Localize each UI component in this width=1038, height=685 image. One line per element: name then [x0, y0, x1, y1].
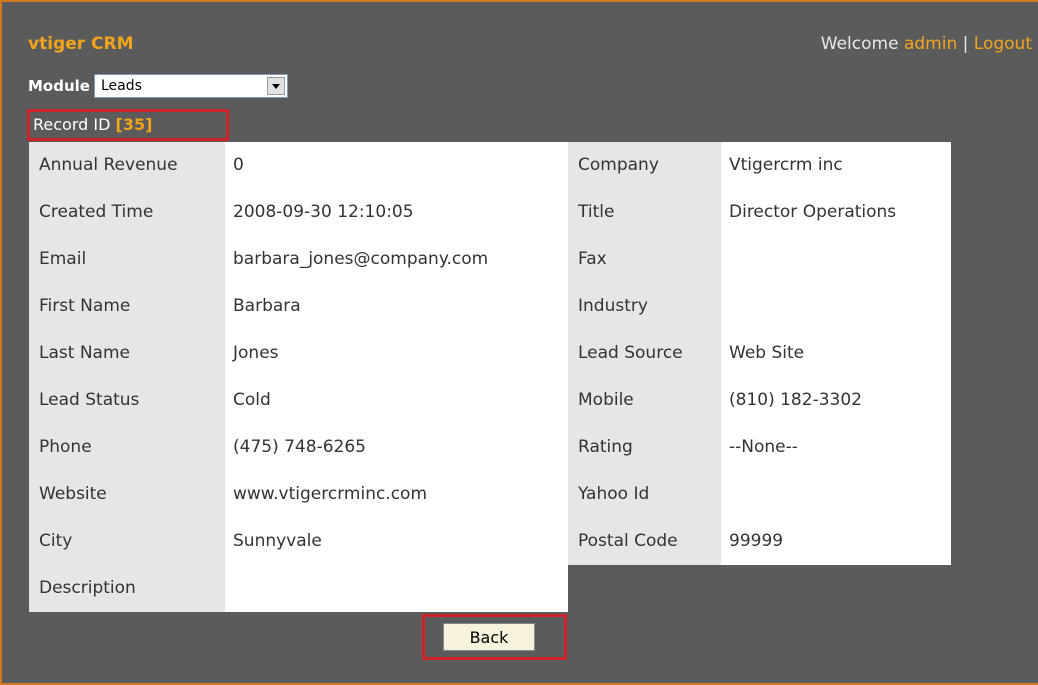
- field-row: Fax: [568, 236, 951, 283]
- back-button-highlight: Back: [422, 614, 567, 660]
- field-value: [721, 283, 951, 330]
- field-label: First Name: [29, 283, 225, 330]
- record-id-text: Record ID: [33, 115, 111, 134]
- field-value: Director Operations: [721, 189, 951, 236]
- field-value: [225, 565, 568, 612]
- field-label: City: [29, 518, 225, 565]
- field-row: Yahoo Id: [568, 471, 951, 518]
- chevron-down-icon[interactable]: [266, 77, 285, 95]
- module-label: Module: [28, 77, 90, 95]
- field-label: Rating: [568, 424, 721, 471]
- record-id-close-bracket: ]: [145, 115, 153, 134]
- field-row: City Sunnyvale: [29, 518, 568, 565]
- module-selector-row: Module Leads: [28, 74, 288, 98]
- module-select-value: Leads: [100, 78, 142, 94]
- field-label: Lead Source: [568, 330, 721, 377]
- detail-table-left: Annual Revenue 0 Created Time 2008-09-30 1…: [29, 142, 568, 612]
- field-value: (810) 182-3302: [721, 377, 951, 424]
- record-id-open-bracket: [: [115, 115, 123, 134]
- field-row: First Name Barbara: [29, 283, 568, 330]
- field-label: Industry: [568, 283, 721, 330]
- field-row: Annual Revenue 0: [29, 142, 568, 189]
- field-row: Phone (475) 748-6265: [29, 424, 568, 471]
- record-id-label: Record ID [35]: [27, 109, 229, 141]
- field-value: www.vtigercrminc.com: [225, 471, 568, 518]
- app-title: vtiger CRM: [28, 34, 134, 54]
- field-label: Annual Revenue: [29, 142, 225, 189]
- field-label: Phone: [29, 424, 225, 471]
- field-label: Postal Code: [568, 518, 721, 565]
- field-row: Postal Code 99999: [568, 518, 951, 565]
- field-row: Website www.vtigercrminc.com: [29, 471, 568, 518]
- field-value: Barbara: [225, 283, 568, 330]
- field-label: Website: [29, 471, 225, 518]
- field-row: Created Time 2008-09-30 12:10:05: [29, 189, 568, 236]
- field-row: Company Vtigercrm inc: [568, 142, 951, 189]
- field-label: Title: [568, 189, 721, 236]
- field-row: Email barbara_jones@company.com: [29, 236, 568, 283]
- field-value: --None--: [721, 424, 951, 471]
- back-button[interactable]: Back: [443, 623, 535, 651]
- field-row: Description: [29, 565, 568, 612]
- field-row: Mobile (810) 182-3302: [568, 377, 951, 424]
- field-row: Lead Source Web Site: [568, 330, 951, 377]
- welcome-bar: Welcome admin | Logout: [821, 34, 1032, 54]
- field-value: [721, 471, 951, 518]
- field-label: Mobile: [568, 377, 721, 424]
- field-label: Fax: [568, 236, 721, 283]
- field-value: [721, 236, 951, 283]
- field-value: Jones: [225, 330, 568, 377]
- field-row: Title Director Operations: [568, 189, 951, 236]
- field-row: Lead Status Cold: [29, 377, 568, 424]
- field-value: Sunnyvale: [225, 518, 568, 565]
- field-label: Created Time: [29, 189, 225, 236]
- app-frame: vtiger CRM Welcome admin | Logout Module…: [0, 0, 1038, 685]
- field-label: Last Name: [29, 330, 225, 377]
- welcome-text: Welcome: [820, 34, 899, 54]
- module-select[interactable]: Leads: [93, 74, 288, 98]
- field-value: Web Site: [721, 330, 951, 377]
- field-value: Cold: [225, 377, 568, 424]
- username-link[interactable]: admin: [904, 34, 957, 54]
- field-value: (475) 748-6265: [225, 424, 568, 471]
- detail-table-right: Company Vtigercrm inc Title Director Opera…: [568, 142, 951, 565]
- field-label: Yahoo Id: [568, 471, 721, 518]
- field-row: Rating --None--: [568, 424, 951, 471]
- logout-link[interactable]: Logout: [974, 34, 1032, 54]
- field-row: Industry: [568, 283, 951, 330]
- field-label: Email: [29, 236, 225, 283]
- record-id-value: 35: [122, 115, 146, 134]
- field-value: 0: [225, 142, 568, 189]
- header-separator: |: [962, 34, 969, 54]
- field-label: Description: [29, 565, 225, 612]
- field-value: 99999: [721, 518, 951, 565]
- field-label: Company: [568, 142, 721, 189]
- field-value: 2008-09-30 12:10:05: [225, 189, 568, 236]
- field-value: barbara_jones@company.com: [225, 236, 568, 283]
- field-value: Vtigercrm inc: [721, 142, 951, 189]
- field-row: Last Name Jones: [29, 330, 568, 377]
- field-label: Lead Status: [29, 377, 225, 424]
